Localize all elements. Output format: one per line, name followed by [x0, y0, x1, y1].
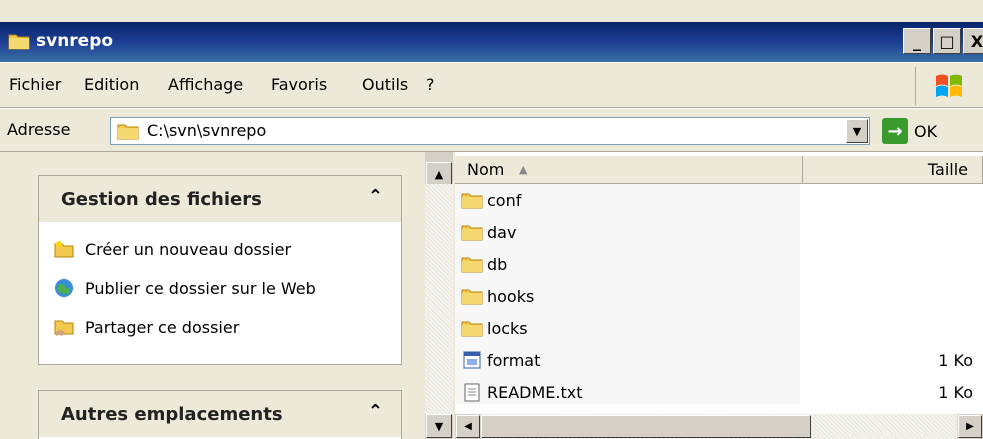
window-title: svnrepo: [36, 31, 114, 51]
file-name: hooks: [487, 286, 535, 306]
file-name: format: [487, 350, 541, 370]
scroll-right-button[interactable]: ▶: [958, 415, 982, 438]
file-name: dav: [487, 222, 517, 242]
file-tasks-panel: Gestion des fichiers ⌃ Créer un nouveau …: [38, 175, 402, 365]
task-label: Publier ce dossier sur le Web: [85, 278, 316, 298]
scroll-down-button[interactable]: ▼: [426, 414, 452, 438]
window-controls: _ □ X: [903, 28, 983, 56]
minimize-button[interactable]: _: [903, 28, 931, 54]
explorer-window: svnrepo _ □ X Fichier Edition Affichage …: [0, 0, 983, 439]
file-size: 1 Ko: [938, 383, 973, 402]
chevron-right-icon: ▶: [966, 421, 974, 432]
file-name: db: [487, 254, 508, 274]
title-bar[interactable]: svnrepo _ □ X: [0, 22, 983, 62]
text-file-icon: [464, 383, 480, 402]
file-name: locks: [487, 318, 528, 338]
maximize-button[interactable]: □: [933, 28, 961, 54]
task-label: Créer un nouveau dossier: [85, 239, 292, 259]
task-new-folder[interactable]: Créer un nouveau dossier: [53, 238, 291, 260]
go-arrow-icon: →: [882, 118, 908, 144]
menu-outils[interactable]: Outils: [362, 75, 408, 94]
chevron-up-icon: ▲: [434, 167, 444, 181]
column-label: Nom: [467, 160, 505, 179]
address-label: Adresse: [7, 120, 71, 139]
menu-fichier[interactable]: Fichier: [9, 75, 61, 94]
menu-bar: Fichier Edition Affichage Favoris Outils…: [0, 62, 983, 108]
file-row-hooks[interactable]: hooks: [461, 281, 534, 311]
new-folder-icon: [54, 241, 74, 258]
menu-edition[interactable]: Edition: [84, 75, 139, 94]
file-row-db[interactable]: db: [461, 249, 507, 279]
folder-icon: [461, 257, 483, 273]
panel-title: Autres emplacements: [61, 404, 283, 425]
file-row-locks[interactable]: locks: [461, 313, 528, 343]
go-label: OK: [914, 121, 938, 141]
address-bar: Adresse C:\svn\svnrepo ▼ → OK: [0, 108, 983, 152]
scroll-up-button[interactable]: ▲: [426, 162, 452, 186]
file-row-dav[interactable]: dav: [461, 217, 516, 247]
file-tasks-header[interactable]: Gestion des fichiers ⌃: [39, 176, 401, 222]
collapse-icon[interactable]: ⌃: [368, 186, 383, 207]
column-header-name[interactable]: Nom ▲: [455, 156, 803, 184]
publish-web-icon: [55, 279, 73, 297]
address-input[interactable]: C:\svn\svnrepo ▼: [110, 117, 870, 145]
column-header-size[interactable]: Taille: [803, 156, 983, 184]
file-name: conf: [487, 190, 522, 210]
file-size: 1 Ko: [938, 351, 973, 370]
scroll-thumb[interactable]: [481, 415, 811, 438]
collapse-icon[interactable]: ⌃: [368, 401, 383, 422]
chevron-left-icon: ◀: [464, 421, 472, 432]
folder-icon: [461, 289, 483, 305]
folder-icon: [8, 34, 30, 50]
menu-affichage[interactable]: Affichage: [168, 75, 243, 94]
panel-title: Gestion des fichiers: [61, 189, 262, 210]
task-share-folder[interactable]: Partager ce dossier: [53, 316, 239, 338]
column-label: Taille: [927, 160, 968, 179]
chevron-down-icon: ▼: [852, 124, 862, 138]
folder-icon: [461, 193, 483, 209]
task-pane: Gestion des fichiers ⌃ Créer un nouveau …: [0, 152, 424, 439]
file-name: README.txt: [487, 382, 583, 402]
chevron-down-icon: ▼: [434, 419, 444, 433]
file-row-conf[interactable]: conf: [461, 185, 521, 215]
file-row-readme[interactable]: README.txt: [461, 377, 583, 407]
folder-icon: [461, 225, 483, 241]
windows-logo-icon: [915, 67, 982, 105]
other-places-header[interactable]: Autres emplacements ⌃: [39, 391, 401, 437]
close-button[interactable]: X: [963, 28, 983, 54]
file-list: Nom ▲ Taille conf dav db hooks locks for…: [455, 152, 983, 439]
address-path: C:\svn\svnrepo: [147, 121, 267, 140]
other-places-panel: Autres emplacements ⌃: [38, 390, 402, 439]
taskpane-scrollbar[interactable]: ▲ ▼: [425, 152, 453, 439]
menu-help[interactable]: ?: [426, 75, 435, 94]
menu-favoris[interactable]: Favoris: [271, 75, 327, 94]
filelist-horizontal-scrollbar[interactable]: ◀ ▶: [455, 414, 983, 439]
go-button[interactable]: → OK: [882, 118, 937, 144]
address-dropdown-button[interactable]: ▼: [846, 119, 868, 143]
folder-icon: [461, 321, 483, 337]
task-label: Partager ce dossier: [85, 317, 240, 337]
file-row-format[interactable]: format: [461, 345, 540, 375]
scroll-left-button[interactable]: ◀: [456, 415, 480, 438]
task-publish-web[interactable]: Publier ce dossier sur le Web: [53, 277, 316, 299]
file-icon: [463, 351, 481, 369]
share-folder-icon: [54, 320, 74, 336]
sort-ascending-icon: ▲: [519, 163, 528, 176]
folder-icon: [117, 124, 139, 140]
scroll-track[interactable]: [425, 184, 453, 414]
